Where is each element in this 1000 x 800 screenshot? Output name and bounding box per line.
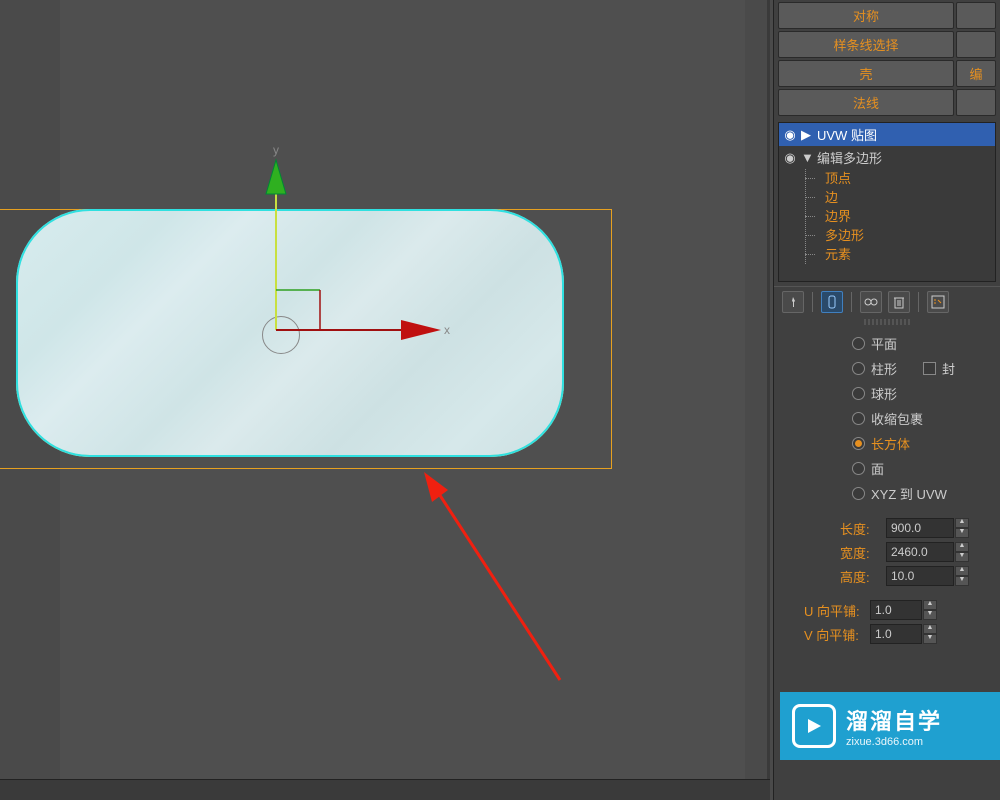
modifier-stack[interactable]: ◉ ▶ UVW 贴图 ◉ ▼ 编辑多边形 顶点 边 边界 多边形 元素 — [778, 122, 996, 282]
watermark-url: zixue.3d66.com — [846, 736, 942, 748]
play-icon — [792, 704, 836, 748]
width-spinner[interactable]: ▲▼ — [886, 542, 969, 562]
spin-up-icon: ▲ — [955, 566, 969, 576]
show-end-result-icon[interactable] — [821, 291, 843, 313]
sub-edge[interactable]: 边 — [817, 188, 995, 207]
delete-icon[interactable] — [888, 291, 910, 313]
spin-down-icon: ▼ — [955, 552, 969, 562]
sub-element[interactable]: 元素 — [817, 245, 995, 264]
command-panel: 对称 样条线选择 壳 编 法线 ◉ ▶ UVW 贴图 ◉ ▼ 编辑多边形 顶点 … — [773, 0, 1000, 800]
radio-box[interactable]: 长方体 — [852, 431, 990, 456]
make-unique-icon[interactable] — [860, 291, 882, 313]
width-label: 宽度: — [840, 543, 880, 562]
collapse-icon[interactable]: ▼ — [801, 150, 813, 165]
modifier-uvw-map[interactable]: ◉ ▶ UVW 贴图 — [779, 123, 995, 146]
visibility-icon[interactable]: ◉ — [783, 127, 797, 143]
modifier-edit-poly[interactable]: ◉ ▼ 编辑多边形 — [779, 146, 995, 169]
mod-btn-normal[interactable]: 法线 — [778, 89, 954, 116]
mod-btn-spline-select[interactable]: 样条线选择 — [778, 31, 954, 58]
radio-face[interactable]: 面 — [852, 456, 990, 481]
mod-btn-r1[interactable] — [956, 2, 996, 29]
mod-btn-shell[interactable]: 壳 — [778, 60, 954, 87]
spin-down-icon: ▼ — [923, 634, 937, 644]
sub-polygon[interactable]: 多边形 — [817, 226, 995, 245]
length-spinner[interactable]: ▲▼ — [886, 518, 969, 538]
v-tile-spinner[interactable]: ▲▼ — [870, 624, 937, 644]
u-tile-label: U 向平铺: — [804, 601, 864, 620]
radio-shrinkwrap[interactable]: 收缩包裹 — [852, 406, 990, 431]
panel-grip[interactable] — [864, 319, 910, 325]
spin-up-icon: ▲ — [955, 518, 969, 528]
pin-icon[interactable] — [782, 291, 804, 313]
mod-btn-r2[interactable] — [956, 31, 996, 58]
mod-btn-symmetry[interactable]: 对称 — [778, 2, 954, 29]
expand-icon[interactable]: ▶ — [801, 127, 813, 143]
modifier-label: 编辑多边形 — [817, 148, 882, 167]
watermark: 溜溜自学 zixue.3d66.com — [780, 692, 1000, 760]
annotation-arrow — [430, 480, 730, 630]
sub-vertex[interactable]: 顶点 — [817, 169, 995, 188]
spin-up-icon: ▲ — [923, 600, 937, 610]
cap-checkbox[interactable] — [923, 362, 936, 375]
sub-border[interactable]: 边界 — [817, 207, 995, 226]
v-tile-label: V 向平铺: — [804, 625, 864, 644]
mod-btn-edit[interactable]: 编 — [956, 60, 996, 87]
height-spinner[interactable]: ▲▼ — [886, 566, 969, 586]
mod-btn-r4[interactable] — [956, 89, 996, 116]
radio-spherical[interactable]: 球形 — [852, 381, 990, 406]
visibility-icon[interactable]: ◉ — [783, 150, 797, 166]
spin-down-icon: ▼ — [955, 528, 969, 538]
spin-up-icon: ▲ — [955, 542, 969, 552]
spin-down-icon: ▼ — [955, 576, 969, 586]
radio-xyz-uvw[interactable]: XYZ 到 UVW — [852, 481, 990, 506]
subobject-tree: 顶点 边 边界 多边形 元素 — [779, 169, 995, 264]
viewport-bottom-bar — [0, 779, 770, 800]
modifier-label: UVW 贴图 — [817, 125, 877, 144]
pivot-circle — [262, 316, 300, 354]
u-tile-spinner[interactable]: ▲▼ — [870, 600, 937, 620]
stack-toolbar — [774, 286, 1000, 317]
length-label: 长度: — [840, 519, 880, 538]
radio-planar[interactable]: 平面 — [852, 331, 990, 356]
watermark-title: 溜溜自学 — [846, 704, 942, 736]
radio-cylindrical[interactable]: 柱形封 — [852, 356, 990, 381]
viewport-3d[interactable]: y x — [0, 0, 773, 800]
height-label: 高度: — [840, 567, 880, 586]
spin-down-icon: ▼ — [923, 610, 937, 620]
spin-up-icon: ▲ — [923, 624, 937, 634]
configure-icon[interactable] — [927, 291, 949, 313]
